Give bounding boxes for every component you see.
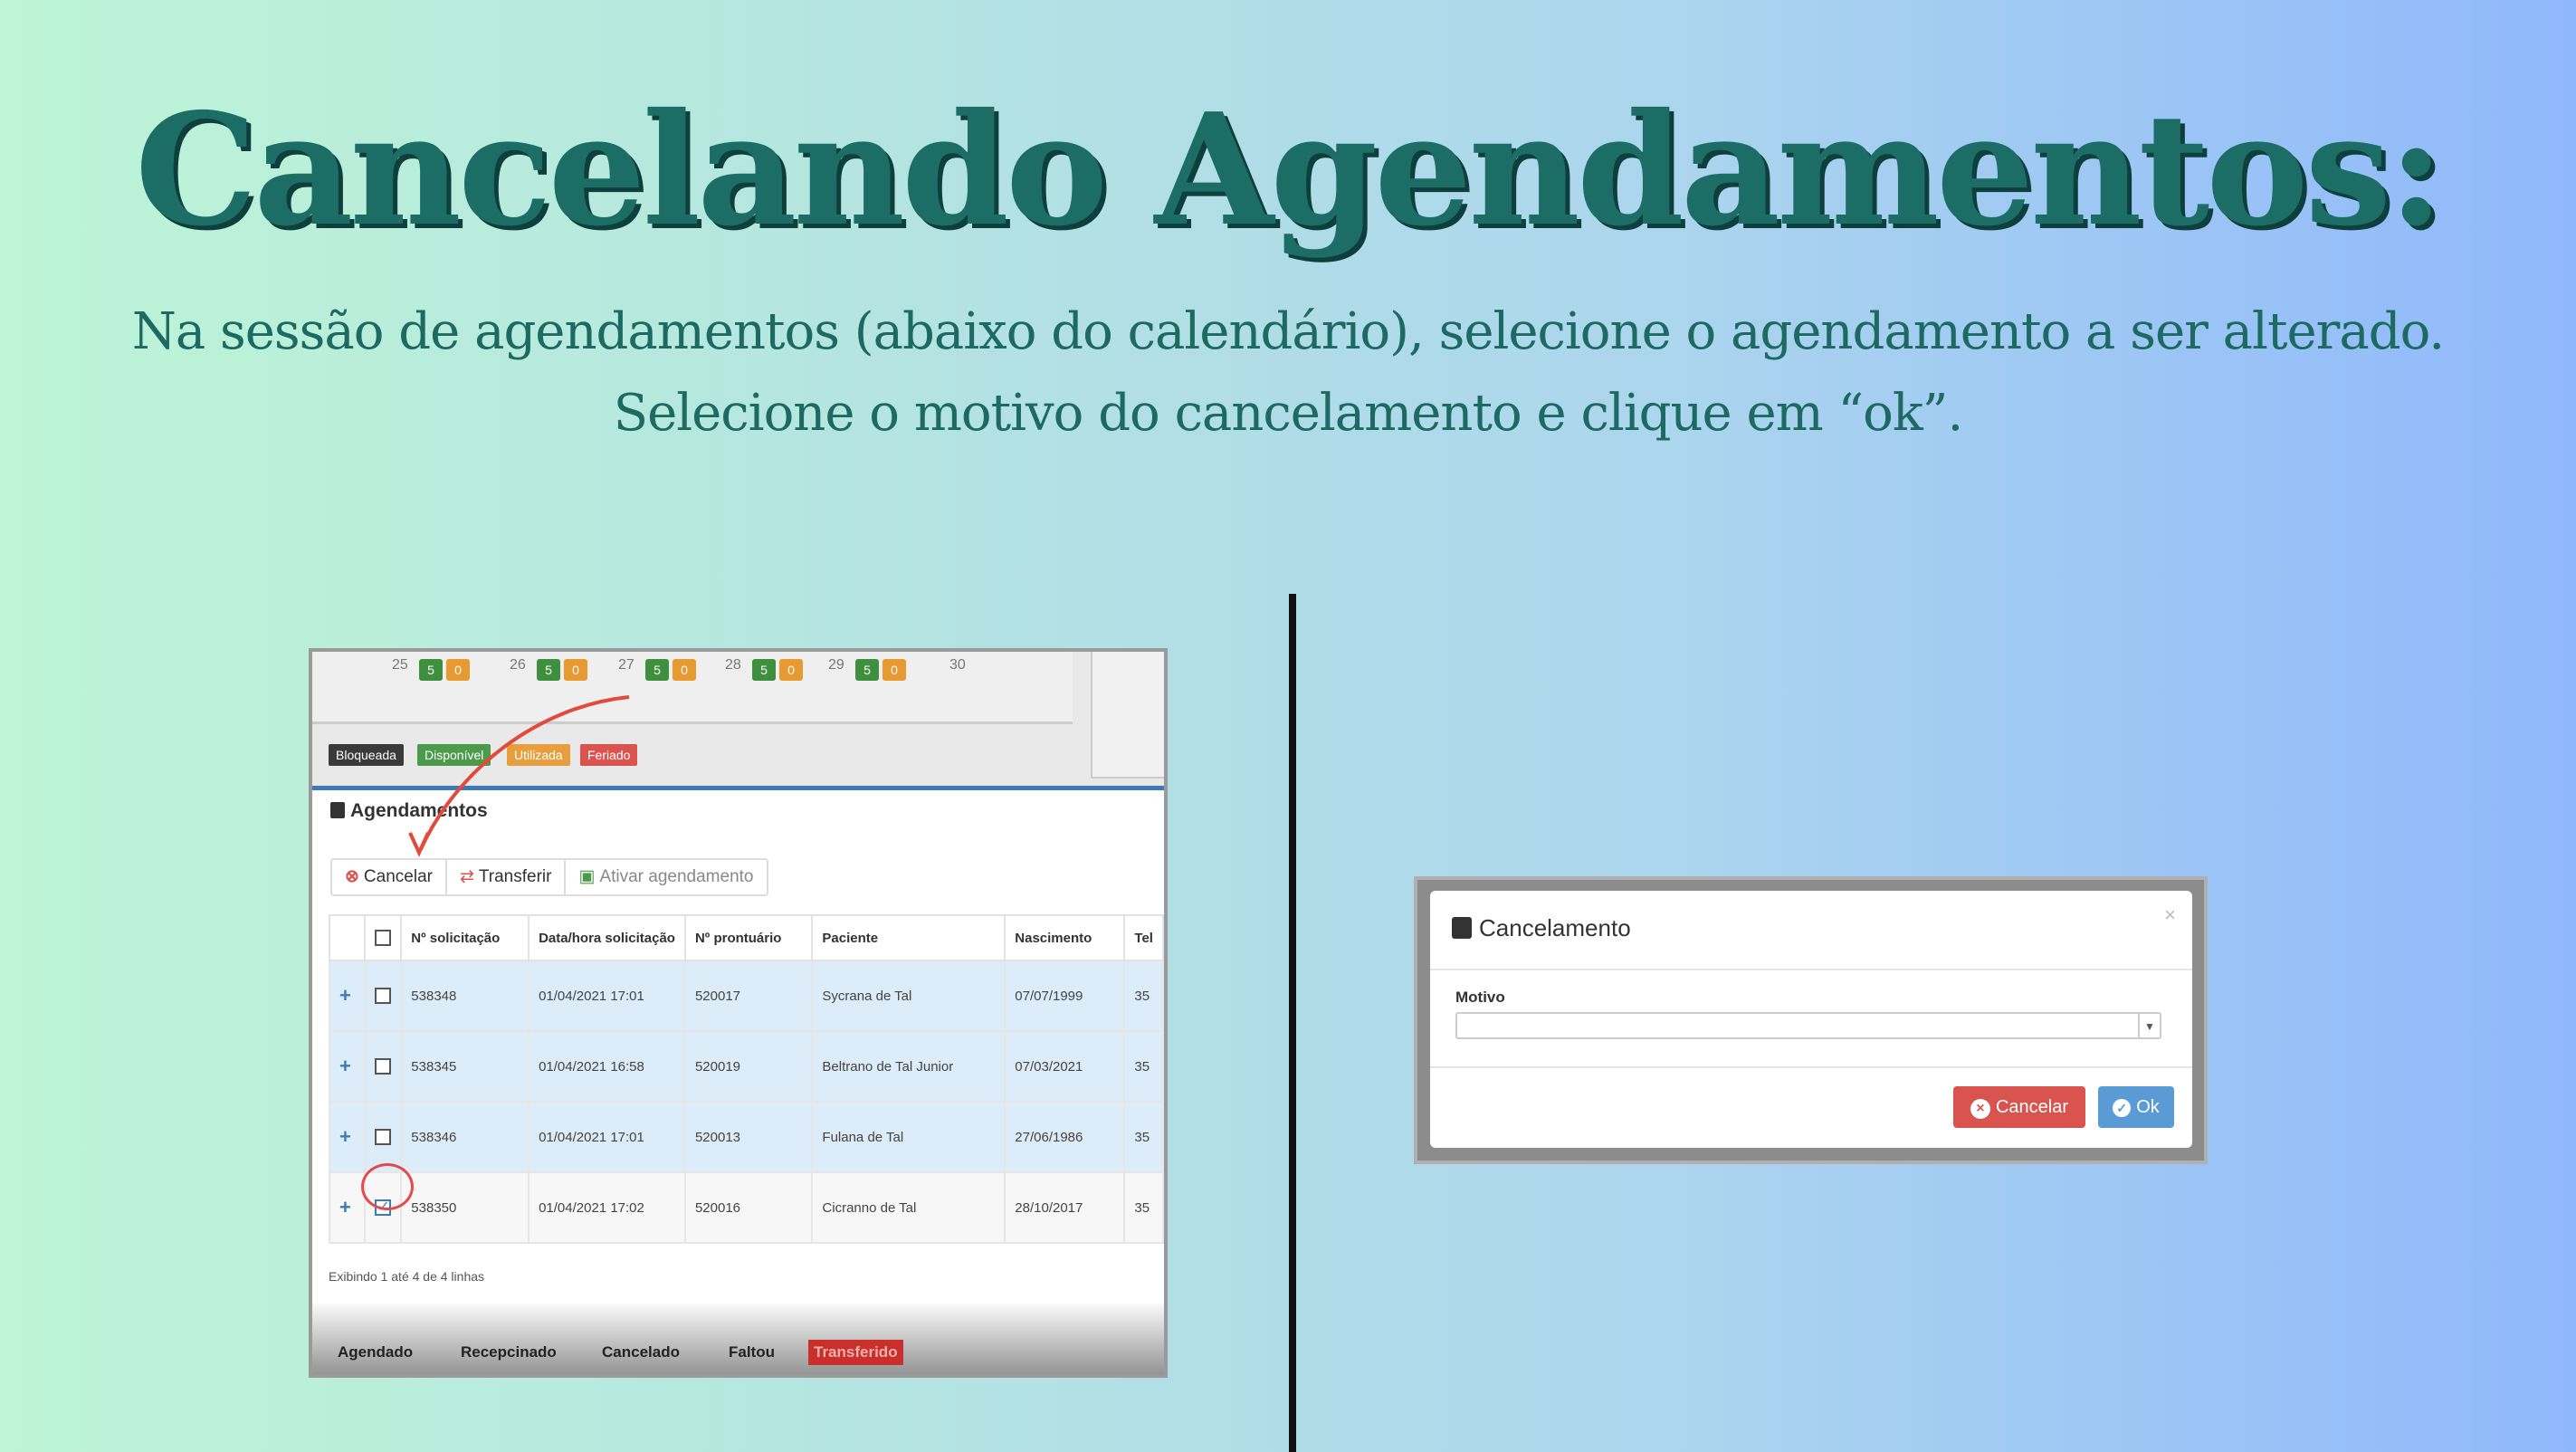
ok-button-label: Ok [2136, 1097, 2160, 1117]
modal-header: Cancelamento × [1430, 891, 2192, 970]
cancel-button[interactable]: × Cancelar [1953, 1086, 2085, 1128]
close-icon[interactable]: × [2164, 903, 2176, 927]
calendar-icon [1452, 917, 1472, 939]
modal-title-text: Cancelamento [1479, 914, 1631, 941]
cancel-circle-icon: × [1970, 1099, 1990, 1119]
modal-title: Cancelamento [1452, 914, 1631, 942]
slide-title: Cancelando Agendamentos: [134, 80, 2445, 261]
red-arrow-annotation [408, 695, 630, 857]
ok-button[interactable]: ✓ Ok [2098, 1086, 2174, 1128]
slide-subtitle-line1: Na sessão de agendamentos (abaixo do cal… [131, 302, 2445, 361]
cancel-button-label: Cancelar [1995, 1097, 2069, 1117]
agendamentos-screenshot: 25 5 0 26 5 0 27 5 0 28 5 0 29 5 0 30 Bl… [309, 648, 1168, 1378]
motivo-label: Motivo [1455, 989, 1505, 1006]
cancelamento-screenshot: Cancelamento × Motivo ▼ × Cancelar ✓ Ok [1414, 876, 2208, 1164]
slide-subtitle-line2: Selecione o motivo do cancelamento e cli… [613, 384, 1964, 443]
chevron-down-icon[interactable]: ▼ [2138, 1014, 2160, 1037]
vertical-divider [1289, 594, 1296, 1452]
check-circle-icon: ✓ [2113, 1099, 2132, 1117]
motivo-select[interactable]: ▼ [1455, 1012, 2161, 1039]
cancelamento-modal: Cancelamento × Motivo ▼ × Cancelar ✓ Ok [1430, 891, 2192, 1148]
modal-footer-divider [1430, 1066, 2192, 1068]
